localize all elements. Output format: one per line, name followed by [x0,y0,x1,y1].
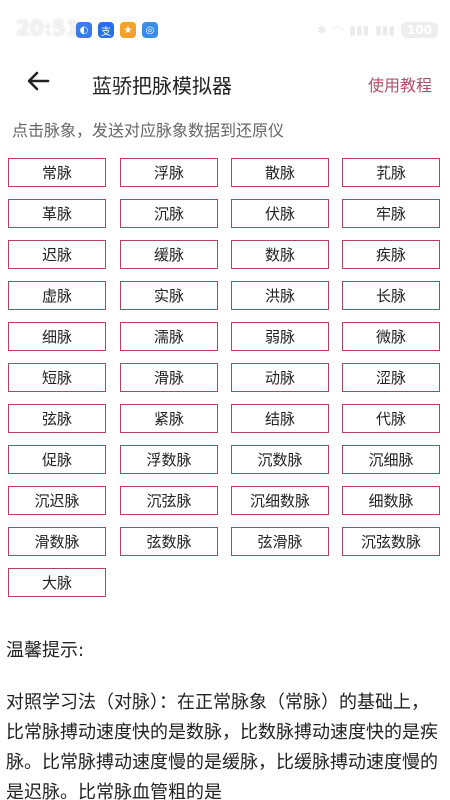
pulse-button[interactable]: 沉迟脉 [8,486,106,515]
pulse-button[interactable]: 数脉 [231,240,329,269]
pulse-button[interactable]: 短脉 [8,363,106,392]
pulse-button[interactable]: 常脉 [8,158,106,187]
pulse-button[interactable]: 实脉 [120,281,218,310]
pulse-button[interactable]: 弦数脉 [120,527,218,556]
page-title: 蓝骄把脉模拟器 [92,74,232,98]
system-icons: ✱ ◠ ▮▮▮ ▮▮▮ 100 [317,22,438,38]
bulb-app-icon: ◐ [76,22,92,38]
cellular-signal-icon-2: ▮▮▮ [375,23,395,37]
shop-app-icon: ★ [120,22,136,38]
pulse-button[interactable]: 沉脉 [120,199,218,228]
pulse-button[interactable]: 弱脉 [231,322,329,351]
status-time: 20:51 [16,16,80,40]
pulse-button[interactable]: 涩脉 [342,363,440,392]
pulse-button[interactable]: 弦脉 [8,404,106,433]
pulse-button[interactable]: 沉弦数脉 [342,527,440,556]
pulse-button[interactable]: 细数脉 [342,486,440,515]
pulse-button[interactable]: 代脉 [342,404,440,433]
signal-app-icon: ◎ [142,22,158,38]
app-bar: 蓝骄把脉模拟器 使用教程 [0,64,450,104]
help-tutorial-link[interactable]: 使用教程 [368,72,432,96]
pulse-button[interactable]: 微脉 [342,322,440,351]
instruction-text: 点击脉象，发送对应脉象数据到还原仪 [12,121,285,140]
pulse-button[interactable]: 牢脉 [342,199,440,228]
pulse-button[interactable]: 芤脉 [342,158,440,187]
pulse-button[interactable]: 弦滑脉 [231,527,329,556]
cellular-signal-icon: ▮▮▮ [349,23,370,37]
pulse-button[interactable]: 沉弦脉 [120,486,218,515]
pulse-button[interactable]: 伏脉 [231,199,329,228]
tips-body: 对照学习法（对脉）：在正常脉象（常脉）的基础上，比常脉搏动速度快的是数脉，比数脉… [6,692,438,800]
pulse-button[interactable]: 结脉 [231,404,329,433]
pulse-button[interactable]: 沉细脉 [342,445,440,474]
pulse-button[interactable]: 革脉 [8,199,106,228]
pulse-button[interactable]: 滑数脉 [8,527,106,556]
back-arrow-icon[interactable] [24,66,54,96]
pulse-button[interactable]: 迟脉 [8,240,106,269]
wifi-icon: ◠ [332,23,344,37]
pulse-button[interactable]: 浮数脉 [120,445,218,474]
pulse-button[interactable]: 沉数脉 [231,445,329,474]
pulse-button[interactable]: 散脉 [231,158,329,187]
status-bar: 20:51 ◐ 支 ★ ◎ ✱ ◠ ▮▮▮ ▮▮▮ 100 [0,0,450,64]
pulse-button[interactable]: 促脉 [8,445,106,474]
pulse-button[interactable]: 虚脉 [8,281,106,310]
pulse-button[interactable]: 疾脉 [342,240,440,269]
pulse-button[interactable]: 沉细数脉 [231,486,329,515]
pulse-button[interactable]: 紧脉 [120,404,218,433]
pulse-button[interactable]: 浮脉 [120,158,218,187]
pulse-button[interactable]: 长脉 [342,281,440,310]
bluetooth-icon: ✱ [316,23,327,37]
pulse-button[interactable]: 动脉 [231,363,329,392]
pulse-button[interactable]: 大脉 [8,568,106,597]
pulse-button[interactable]: 细脉 [8,322,106,351]
pulse-button[interactable]: 缓脉 [120,240,218,269]
pulse-button[interactable]: 滑脉 [120,363,218,392]
pulse-button[interactable]: 濡脉 [120,322,218,351]
tips-title: 温馨提示: [6,640,85,661]
alipay-icon: 支 [98,22,114,38]
battery-indicator: 100 [400,22,438,38]
pulse-button[interactable]: 洪脉 [231,281,329,310]
notification-icons: ◐ 支 ★ ◎ [76,22,158,38]
